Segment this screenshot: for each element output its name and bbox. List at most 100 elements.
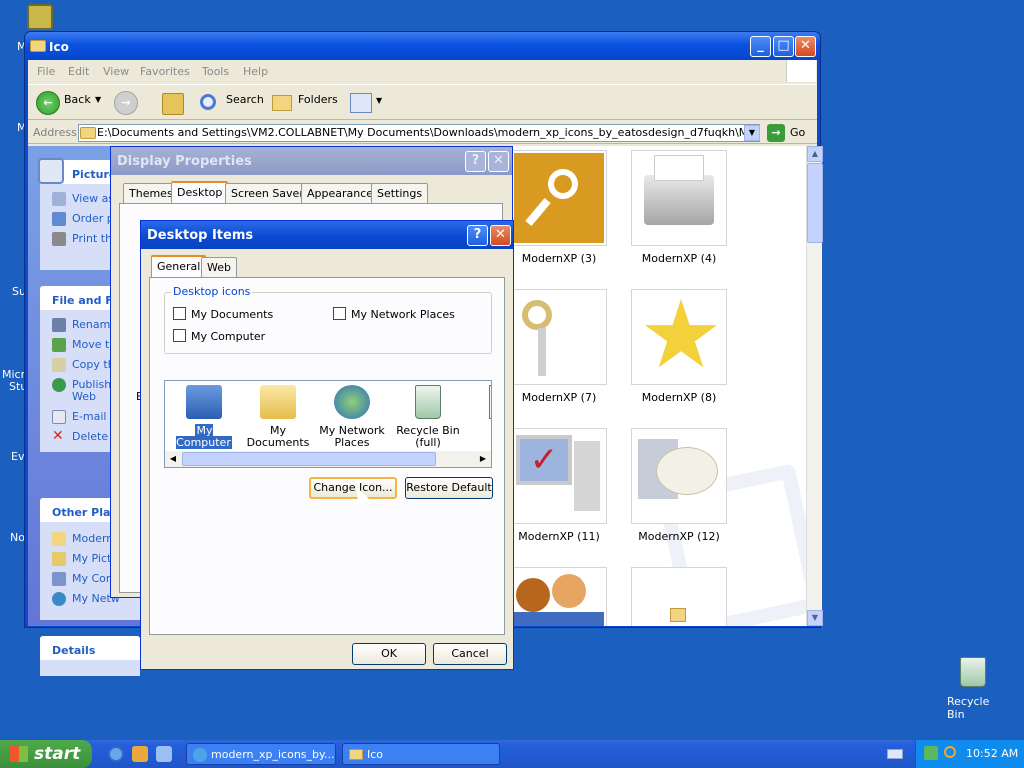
- details-header[interactable]: Details: [40, 636, 140, 660]
- display-properties-help-button[interactable]: ?: [465, 151, 486, 172]
- email-link[interactable]: E-mail t: [52, 410, 114, 424]
- scroll-right-icon[interactable]: ▶: [475, 451, 491, 467]
- media-player-icon[interactable]: [132, 746, 148, 762]
- tab-desktop[interactable]: Desktop: [171, 181, 229, 203]
- desktop-shortcut-icon[interactable]: [27, 4, 53, 30]
- file-thumbnail[interactable]: ★: [631, 289, 727, 385]
- menu-edit[interactable]: Edit: [68, 65, 89, 78]
- file-thumbnail[interactable]: [631, 150, 727, 246]
- desktop-items-titlebar[interactable]: Desktop Items: [141, 221, 513, 249]
- icon-recycle-bin-full[interactable]: Recycle Bin (full): [391, 385, 465, 449]
- icon-list-scrollbar[interactable]: ◀ ▶: [165, 451, 491, 467]
- my-documents-checkbox[interactable]: My Documents: [173, 307, 273, 321]
- network-tray-icon[interactable]: [924, 746, 938, 760]
- tab-screen-saver[interactable]: Screen Saver: [225, 183, 310, 203]
- clock[interactable]: 10:52 AM: [966, 747, 1018, 760]
- tab-web[interactable]: Web: [201, 257, 237, 277]
- tab-settings[interactable]: Settings: [371, 183, 429, 203]
- file-thumbnail[interactable]: [511, 567, 607, 626]
- desktop-items-close-button[interactable]: ✕: [490, 225, 511, 246]
- move-link[interactable]: Move th: [52, 338, 116, 352]
- search-tray-icon[interactable]: [944, 746, 956, 758]
- file-name[interactable]: ModernXP (7): [509, 391, 609, 404]
- search-button[interactable]: Search: [226, 93, 264, 106]
- file-name[interactable]: ModernXP (4): [629, 252, 729, 265]
- scroll-thumb[interactable]: [182, 452, 436, 466]
- back-button[interactable]: Back: [64, 93, 91, 106]
- ok-button[interactable]: OK: [352, 643, 426, 665]
- publish-link-web[interactable]: Web: [72, 390, 96, 403]
- internet-explorer-icon[interactable]: [108, 746, 124, 762]
- my-network-places-checkbox[interactable]: My Network Places: [333, 307, 455, 321]
- menu-file[interactable]: File: [37, 65, 55, 78]
- taskbar-item-browser[interactable]: modern_xp_icons_by...: [186, 743, 336, 765]
- file-thumbnail[interactable]: [631, 567, 727, 626]
- scroll-up-icon[interactable]: ▲: [807, 146, 823, 162]
- menu-tools[interactable]: Tools: [202, 65, 229, 78]
- address-dropdown-icon[interactable]: ▼: [744, 125, 760, 141]
- rename-link[interactable]: Rename: [52, 318, 117, 332]
- back-dropdown-icon[interactable]: ▼: [95, 95, 101, 104]
- menu-help[interactable]: Help: [243, 65, 268, 78]
- file-name[interactable]: ModernXP (8): [629, 391, 729, 404]
- back-icon[interactable]: ←: [36, 91, 60, 115]
- icon-my-computer[interactable]: My Computer: [167, 385, 241, 449]
- view-as-slideshow-link[interactable]: View as: [52, 192, 114, 206]
- close-button[interactable]: ✕: [795, 36, 816, 57]
- checkbox-icon[interactable]: [173, 329, 186, 342]
- file-name[interactable]: ModernXP (11): [509, 530, 609, 543]
- start-button[interactable]: start: [0, 740, 92, 768]
- tab-appearance[interactable]: Appearance: [301, 183, 380, 203]
- file-name[interactable]: ModernXP (12): [629, 530, 729, 543]
- scroll-down-icon[interactable]: ▼: [807, 610, 823, 626]
- my-pictures-link[interactable]: My Pict: [52, 552, 111, 566]
- email-icon: [52, 410, 66, 424]
- tab-general[interactable]: General: [151, 255, 207, 277]
- cancel-button[interactable]: Cancel: [433, 643, 507, 665]
- order-prints-link[interactable]: Order p: [52, 212, 114, 226]
- icon-my-documents[interactable]: My Documents: [241, 385, 315, 449]
- recycle-bin-empty-icon: [489, 385, 491, 419]
- my-computer-checkbox[interactable]: My Computer: [173, 329, 265, 343]
- go-icon[interactable]: →: [767, 124, 785, 142]
- vertical-scrollbar[interactable]: ▲ ▼: [806, 146, 823, 626]
- scroll-thumb[interactable]: [807, 163, 823, 243]
- forward-icon[interactable]: →: [114, 91, 138, 115]
- address-input[interactable]: E:\Documents and Settings\VM2.COLLABNET\…: [78, 124, 760, 142]
- menu-view[interactable]: View: [103, 65, 129, 78]
- up-folder-icon[interactable]: [162, 93, 184, 115]
- file-thumbnail[interactable]: [511, 150, 607, 246]
- file-thumbnail[interactable]: ✓: [511, 428, 607, 524]
- folders-button[interactable]: Folders: [298, 93, 338, 106]
- views-icon[interactable]: [350, 93, 372, 113]
- checkbox-icon[interactable]: [333, 307, 346, 320]
- desktop-items-help-button[interactable]: ?: [467, 225, 488, 246]
- show-desktop-icon[interactable]: [156, 746, 172, 762]
- go-button[interactable]: Go: [790, 126, 805, 139]
- icon-my-network-places[interactable]: My Network Places: [315, 385, 389, 449]
- minimize-button[interactable]: _: [750, 36, 771, 57]
- maximize-button[interactable]: □: [773, 36, 794, 57]
- menu-favorites[interactable]: Favorites: [140, 65, 190, 78]
- desktop-icon-list[interactable]: My Computer My Documents My Network Plac…: [164, 380, 492, 468]
- keyboard-icon[interactable]: [887, 749, 903, 759]
- recycle-bin-shortcut[interactable]: Recycle Bin: [940, 655, 1010, 721]
- taskbar-item-ico[interactable]: Ico: [342, 743, 500, 765]
- windows-logo-icon: [786, 60, 816, 82]
- views-dropdown-icon[interactable]: ▼: [376, 96, 382, 105]
- display-properties-close-button[interactable]: ✕: [488, 151, 509, 172]
- print-link[interactable]: Print th: [52, 232, 112, 246]
- file-thumbnail[interactable]: [631, 428, 727, 524]
- icon-recycle-bin-empty[interactable]: Re (e: [465, 385, 491, 449]
- scroll-left-icon[interactable]: ◀: [165, 451, 181, 467]
- copy-link[interactable]: Copy th: [52, 358, 115, 372]
- explorer-titlebar[interactable]: Ico _ □ ✕: [25, 32, 820, 60]
- file-name[interactable]: ModernXP (3): [509, 252, 609, 265]
- delete-link[interactable]: ✕ Delete: [52, 429, 108, 444]
- file-thumbnail[interactable]: [511, 289, 607, 385]
- modern-folder-link[interactable]: Modern: [52, 532, 113, 546]
- checkbox-icon[interactable]: [173, 307, 186, 320]
- display-properties-titlebar[interactable]: Display Properties: [111, 147, 512, 175]
- my-computer-link[interactable]: My Com: [52, 572, 117, 586]
- restore-default-button[interactable]: Restore Default: [405, 477, 493, 499]
